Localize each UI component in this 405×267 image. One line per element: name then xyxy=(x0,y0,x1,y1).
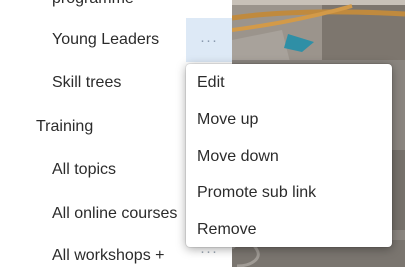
nav-item-skill-trees[interactable]: Skill trees xyxy=(52,73,121,93)
menu-item-promote-sub-link[interactable]: Promote sub link xyxy=(197,183,316,203)
ellipsis-icon: ··· xyxy=(200,31,218,49)
nav-item-programme[interactable]: programme xyxy=(52,0,134,9)
nav-item-training[interactable]: Training xyxy=(36,117,93,137)
nav-item-young-leaders[interactable]: Young Leaders xyxy=(52,30,159,50)
menu-item-move-down[interactable]: Move down xyxy=(197,147,279,167)
menu-item-edit[interactable]: Edit xyxy=(197,73,225,93)
more-options-button[interactable]: ··· xyxy=(186,18,232,62)
nav-item-all-topics[interactable]: All topics xyxy=(52,160,116,180)
menu-item-move-up[interactable]: Move up xyxy=(197,110,258,130)
menu-item-remove[interactable]: Remove xyxy=(197,220,257,240)
nav-item-all-online-courses[interactable]: All online courses xyxy=(52,204,177,224)
context-menu: Edit Move up Move down Promote sub link … xyxy=(186,64,392,247)
nav-item-all-workshops[interactable]: All workshops + xyxy=(52,246,165,266)
